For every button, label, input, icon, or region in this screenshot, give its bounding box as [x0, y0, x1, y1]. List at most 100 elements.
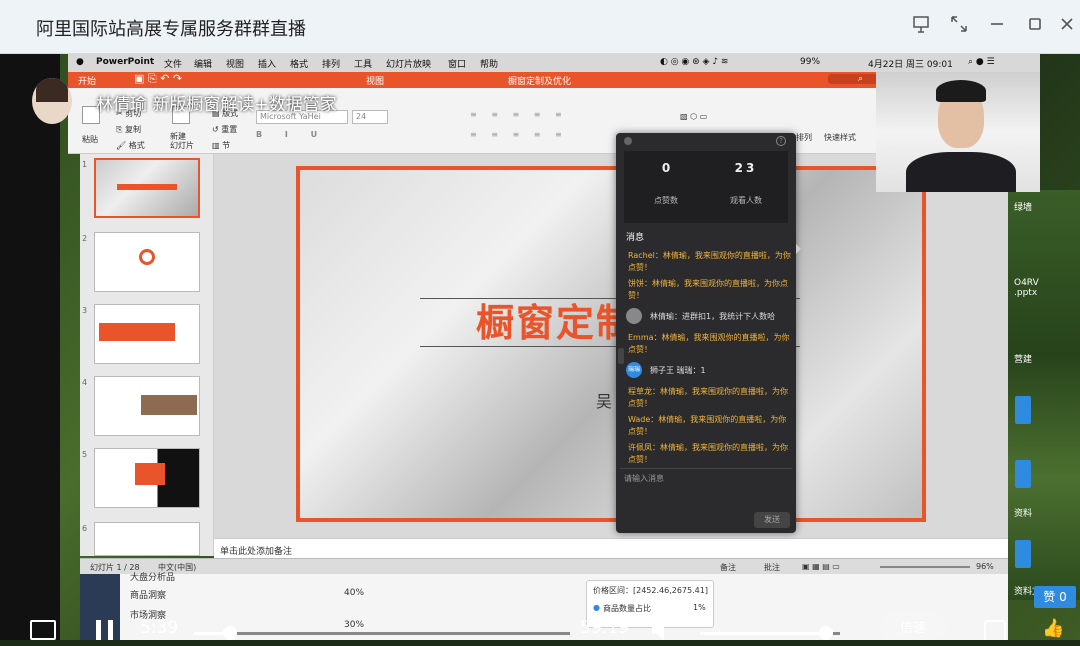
help-icon[interactable]: ? — [776, 136, 786, 146]
desktop-icon — [1015, 460, 1031, 488]
progress-track[interactable] — [194, 632, 570, 635]
menu-item[interactable]: 窗口 — [448, 57, 466, 70]
desktop-wallpaper — [1008, 190, 1080, 600]
desktop-file-label: 绿墙 — [1014, 203, 1033, 213]
desktop-icon — [1015, 396, 1031, 424]
pause-icon[interactable] — [96, 620, 101, 640]
zoom-slider[interactable] — [880, 566, 970, 568]
thumb-number: 4 — [82, 378, 88, 387]
chat-message: Emma：林倩瑜，我来围观你的直播啦，为你点赞！ — [628, 333, 790, 354]
slide-thumbnail[interactable] — [94, 522, 200, 556]
arrange-label[interactable]: 排列 — [796, 132, 812, 143]
minimize-icon[interactable] — [984, 14, 1010, 40]
avatar — [626, 308, 642, 324]
copy-button[interactable]: ⎘ 复制 — [116, 124, 141, 135]
menu-item[interactable]: 工具 — [354, 57, 372, 70]
document-title: 橱窗定制及优化 — [508, 77, 572, 87]
font-style-buttons[interactable]: B I U — [256, 130, 327, 139]
chat-message: 林倩瑜：进群扣1，我统计下人数哈 — [650, 312, 776, 321]
webcam-hair — [936, 80, 986, 102]
menu-item[interactable]: 文件 — [164, 57, 182, 70]
menu-item[interactable]: 幻灯片放映 — [386, 57, 431, 70]
send-button[interactable]: 发送 — [754, 512, 790, 528]
share-icon[interactable] — [984, 620, 1006, 640]
panel-collapse-handle[interactable] — [618, 348, 624, 364]
slide-thumbnail[interactable] — [94, 158, 200, 218]
report-pct: 40% — [344, 588, 365, 598]
format-painter-button[interactable]: 🖌 格式 — [116, 140, 145, 151]
cursor-icon — [796, 244, 801, 254]
slide-thumbnail[interactable] — [94, 232, 200, 292]
expand-icon[interactable] — [946, 14, 972, 40]
likes-count: 0 — [661, 161, 671, 175]
font-size-select[interactable]: 24 — [352, 110, 388, 124]
video-left-edge — [0, 54, 60, 640]
mac-menu-bar: ● PowerPoint 文件 编辑 视图 插入 格式 排列 工具 幻灯片放映 … — [68, 54, 1040, 72]
app-name: PowerPoint — [96, 57, 155, 67]
thumb-number: 6 — [82, 524, 88, 533]
menu-item[interactable]: 编辑 — [194, 57, 212, 70]
tooltip-label: 商品数量占比 — [603, 604, 651, 613]
notes-icon[interactable] — [30, 620, 56, 640]
menu-item[interactable]: 视图 — [226, 57, 244, 70]
thumb-number: 1 — [82, 160, 88, 169]
like-badge[interactable]: 赞 0 — [1034, 586, 1076, 608]
paste-label: 粘贴 — [82, 135, 98, 144]
quick-styles-label[interactable]: 快速样式 — [824, 132, 856, 143]
slide-thumbnail[interactable] — [94, 448, 200, 508]
battery-level: 99% — [800, 57, 821, 67]
maximize-icon[interactable] — [1022, 14, 1048, 40]
menu-item[interactable]: 格式 — [290, 57, 308, 70]
notes-placeholder: 单击此处添加备注 — [220, 547, 293, 557]
notes-pane[interactable]: 单击此处添加备注 — [214, 538, 1008, 558]
new-slide-label: 新建 幻灯片 — [170, 132, 194, 150]
copy-label: 复制 — [124, 125, 141, 134]
close-icon[interactable] — [1054, 14, 1080, 40]
speed-button[interactable]: 倍速 — [880, 612, 946, 640]
thumb-number: 5 — [82, 450, 88, 459]
tab-home[interactable]: 开始 — [78, 74, 96, 87]
status-icons: ◐ ◎ ◉ ⊛ ◈ ♪ ≋ — [660, 57, 729, 67]
presenter-webcam — [876, 72, 1040, 192]
apple-icon: ● — [76, 57, 84, 67]
slide-thumbnail[interactable] — [94, 304, 200, 364]
menu-item[interactable]: 帮助 — [480, 57, 498, 70]
format-label: 格式 — [128, 141, 145, 150]
tab-view[interactable]: 视图 — [366, 74, 384, 87]
thumbs-up-icon[interactable]: 👍 — [1042, 618, 1064, 640]
reset-button[interactable]: ↺ 重置 — [212, 124, 237, 135]
avatar[interactable] — [32, 78, 72, 124]
view-buttons[interactable]: ▣ ▦ ▤ ▭ — [802, 562, 840, 571]
section-button[interactable]: ▥ 节 — [212, 140, 230, 151]
thumb-number: 2 — [82, 234, 88, 243]
webcam-body — [906, 152, 1016, 192]
desktop-file-label: O4RV .pptx — [1014, 278, 1039, 298]
picture-icon[interactable]: ▧ ⬡ ▭ — [680, 112, 707, 121]
avatar: 瑞瑞 — [626, 362, 642, 378]
slide-thumbnail[interactable] — [94, 376, 200, 436]
window-title: 阿里国际站高展专属服务群群直播 — [36, 19, 306, 40]
desktop-file-label: 资料 — [1014, 509, 1033, 519]
ppt-status-bar: 幻灯片 1 / 28 中文(中国) 备注 批注 ▣ ▦ ▤ ▭ 96% — [80, 558, 1008, 574]
paragraph-buttons[interactable]: ≡ ≡ ≡ ≡ ≡ — [470, 110, 568, 119]
desktop-file-label: 营建 — [1014, 355, 1033, 365]
volume-fill — [700, 632, 826, 635]
background-report: 大盘分析品 商品洞察 市场洞察 40% 30% 价格区间：[2452.46,26… — [80, 573, 1008, 640]
report-pct: 30% — [344, 620, 365, 630]
align-buttons[interactable]: ≡ ≡ ≡ ≡ ≡ — [470, 130, 568, 139]
window-titlebar: 阿里国际站高展专属服务群群直播 — [0, 0, 1080, 54]
chat-message: 程草龙：林倩瑜，我来围观你的直播啦，为你点赞！ — [628, 387, 788, 408]
section-label: 节 — [222, 141, 231, 150]
chat-message: 狮子王 瑞瑞：1 — [650, 366, 706, 375]
notes-toggle[interactable]: 备注 — [720, 562, 736, 573]
menu-item[interactable]: 排列 — [322, 57, 340, 70]
comments-toggle[interactable]: 批注 — [764, 562, 780, 573]
quick-access-icons[interactable]: ▣ ⎘ ↶ ↷ — [134, 72, 182, 86]
progress-knob[interactable] — [222, 626, 237, 640]
volume-knob[interactable] — [819, 626, 833, 640]
menu-item[interactable]: 插入 — [258, 57, 276, 70]
pin-icon[interactable] — [908, 14, 934, 40]
search-icon[interactable]: ⌕ ● ☰ — [968, 57, 995, 67]
thumb-number: 3 — [82, 306, 88, 315]
viewers-label: 观看人数 — [730, 196, 762, 205]
